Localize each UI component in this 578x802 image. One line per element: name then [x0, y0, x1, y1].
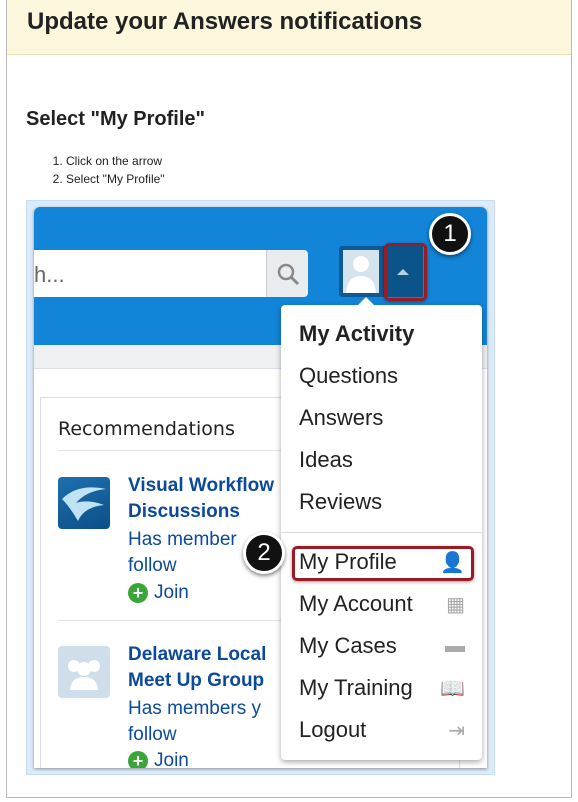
- instruction-item: Click on the arrow: [66, 152, 165, 170]
- group-link[interactable]: Delaware Local: [128, 642, 266, 668]
- search-input[interactable]: h...: [34, 250, 278, 297]
- highlight-my-profile: [292, 546, 474, 581]
- group-description: Has members y: [128, 698, 262, 719]
- menu-item-my-training[interactable]: My Training 📖: [299, 675, 465, 701]
- menu-item-logout[interactable]: Logout ⇥: [299, 717, 465, 743]
- callout-badge-1: 1: [429, 213, 471, 255]
- join-label: Join: [154, 750, 189, 768]
- recommendations-title: Recommendations: [58, 418, 235, 440]
- search-icon: [277, 263, 299, 285]
- menu-item-ideas[interactable]: Ideas: [299, 447, 465, 473]
- people-group-icon: [58, 646, 110, 698]
- instruction-list: Click on the arrow Select "My Profile": [66, 152, 165, 188]
- page-title: Update your Answers notifications: [27, 8, 423, 35]
- menu-item-my-cases[interactable]: My Cases ▬: [299, 633, 465, 659]
- logout-arrow-icon: ⇥: [448, 719, 465, 742]
- instruction-item: Select "My Profile": [66, 170, 165, 188]
- divider: [58, 450, 288, 451]
- group-description: follow: [128, 724, 177, 745]
- group-link[interactable]: Discussions: [128, 499, 240, 525]
- book-icon: 📖: [440, 677, 465, 700]
- highlight-arrow: [384, 243, 427, 301]
- join-label: Join: [154, 582, 189, 603]
- person-icon: [346, 256, 376, 293]
- menu-item-answers[interactable]: Answers: [299, 405, 465, 431]
- avatar[interactable]: [339, 246, 383, 297]
- divider: [58, 620, 288, 621]
- join-button[interactable]: + Join: [128, 750, 189, 768]
- menu-divider: [281, 532, 482, 533]
- plus-icon: +: [128, 583, 148, 603]
- callout-badge-2: 2: [243, 532, 285, 574]
- header-banner: Update your Answers notifications: [7, 0, 571, 55]
- plus-icon: +: [128, 751, 148, 768]
- menu-item-reviews[interactable]: Reviews: [299, 489, 465, 515]
- menu-heading-my-activity: My Activity: [299, 321, 415, 346]
- step-title: Select "My Profile": [26, 108, 206, 130]
- menu-item-questions[interactable]: Questions: [299, 363, 465, 389]
- building-icon: ▦: [446, 593, 465, 616]
- join-button[interactable]: + Join: [128, 582, 189, 604]
- group-link[interactable]: Meet Up Group: [128, 668, 264, 694]
- user-dropdown-menu: My Activity Questions Answers Ideas Revi…: [281, 297, 482, 760]
- group-link[interactable]: Visual Workflow: [128, 473, 274, 499]
- menu-item-my-account[interactable]: My Account ▦: [299, 591, 465, 617]
- group-description: Has member: [128, 529, 237, 550]
- group-description: follow: [128, 555, 177, 576]
- briefcase-icon: ▬: [445, 634, 465, 657]
- search-button[interactable]: [266, 250, 308, 297]
- wave-logo-icon: [58, 477, 110, 529]
